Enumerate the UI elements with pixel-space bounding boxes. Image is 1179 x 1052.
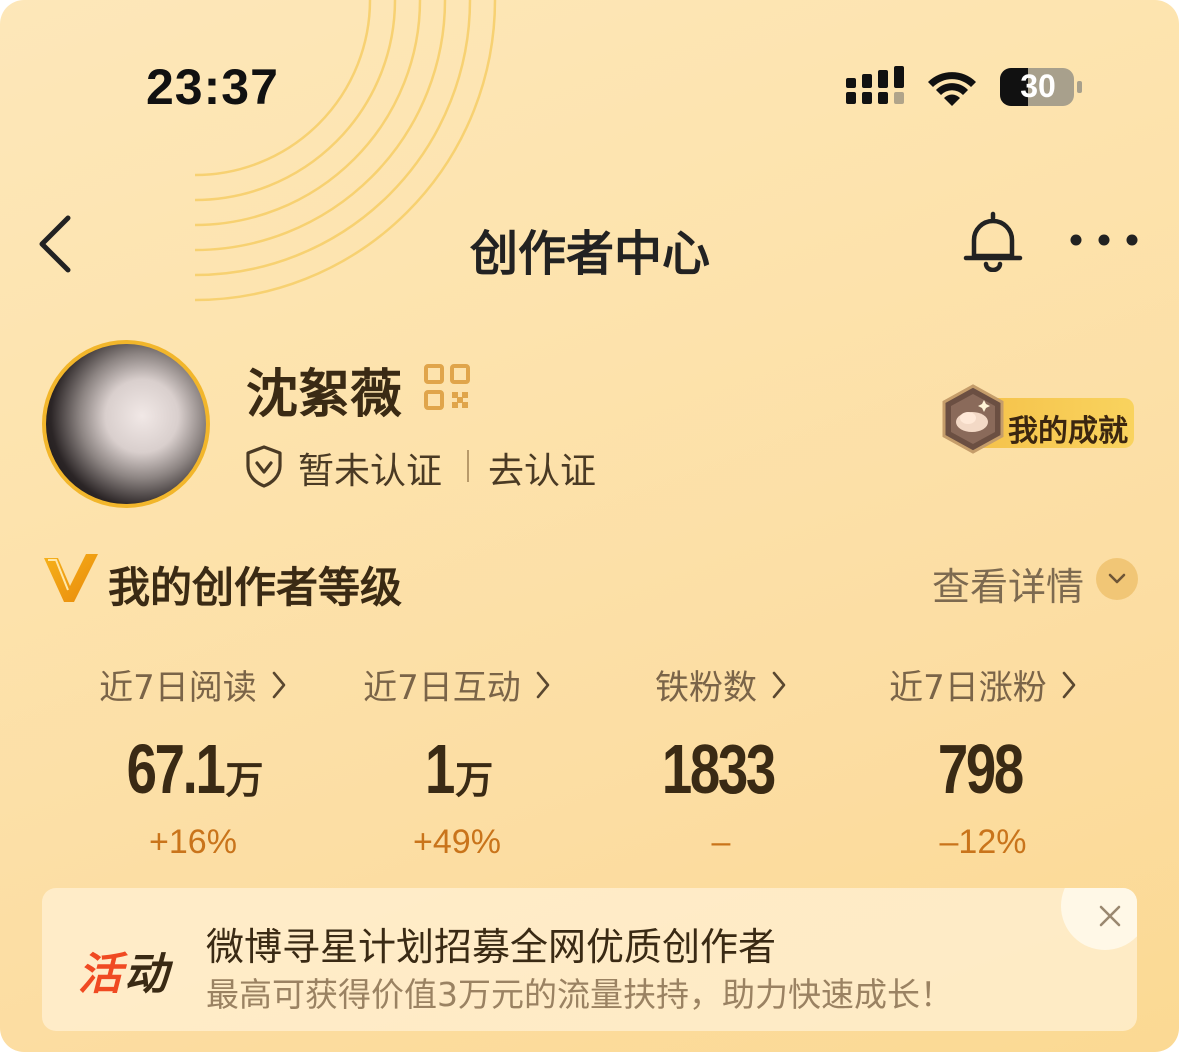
chevron-right-icon [272, 671, 286, 698]
stat-change: +49% [413, 823, 501, 861]
shield-icon [246, 445, 282, 488]
avatar-image [46, 344, 206, 504]
back-button[interactable] [30, 212, 82, 276]
view-details-link[interactable]: 查看详情 [932, 556, 1084, 611]
stat-change: – [711, 823, 731, 861]
stat-label: 近7日涨粉 [889, 660, 1077, 709]
bell-icon [963, 211, 1023, 272]
banner-title: 微博寻星计划招募全网优质创作者 [206, 925, 777, 969]
stat-label-text: 近7日涨粉 [889, 668, 1047, 708]
chevron-down-icon [1108, 573, 1126, 584]
more-button[interactable] [1066, 226, 1142, 254]
avatar[interactable] [42, 340, 210, 508]
more-horizontal-icon [1070, 234, 1138, 246]
stat-number: 1833 [661, 730, 776, 808]
stat-value: 1万 [355, 729, 559, 808]
user-name: 沈絮薇 [246, 365, 403, 425]
stat-label: 近7日互动 [363, 660, 551, 709]
stat-label: 近7日阅读 [99, 660, 287, 709]
stat-iron-fans[interactable]: 铁粉数 1833 – [590, 660, 852, 862]
stat-change: –12% [939, 823, 1027, 861]
achievement-button[interactable]: 我的成就 [940, 384, 1136, 454]
stat-unit: 万 [225, 760, 264, 802]
verify-divider [467, 450, 469, 482]
page-title: 创作者中心 [469, 226, 710, 282]
verify-status: 暂未认证 [298, 451, 443, 492]
stat-number: 798 [937, 730, 1024, 808]
activity-tag-part2: 动 [124, 949, 170, 1000]
chevron-right-icon [1062, 671, 1076, 698]
level-title: 我的创作者等级 [108, 563, 403, 612]
close-icon[interactable] [1098, 904, 1122, 928]
activity-tag: 活动 [78, 938, 170, 1002]
chevron-right-icon [772, 671, 786, 698]
battery-level: 30 [1020, 68, 1056, 104]
stat-value: 1833 [619, 729, 823, 808]
signal-icon [846, 66, 904, 104]
banner-subtitle: 最高可获得价值3万元的流量扶持，助力快速成长！ [206, 975, 953, 1014]
status-time: 23:37 [146, 59, 279, 115]
decorative-arcs [194, 0, 497, 302]
v-level-icon [44, 554, 98, 602]
stat-label: 铁粉数 [655, 660, 787, 709]
activity-banner[interactable]: 活动 微博寻星计划招募全网优质创作者 最高可获得价值3万元的流量扶持，助力快速成… [42, 888, 1137, 1031]
activity-tag-part1: 活 [78, 949, 124, 1000]
stat-number: 1 [425, 730, 455, 808]
wifi-icon [928, 72, 976, 106]
verify-link[interactable]: 去认证 [488, 442, 596, 494]
qr-code-icon[interactable] [424, 364, 470, 410]
stat-weekly-new-fans[interactable]: 近7日涨粉 798 –12% [852, 660, 1114, 862]
chevron-left-icon [39, 215, 71, 273]
achievement-label: 我的成就 [1008, 414, 1128, 449]
stat-unit: 万 [455, 760, 494, 802]
stat-label-text: 近7日阅读 [99, 668, 257, 708]
stat-label-text: 近7日互动 [363, 668, 521, 708]
stat-label-text: 铁粉数 [655, 668, 757, 708]
achievement-badge-icon [942, 384, 1004, 454]
stat-weekly-reads[interactable]: 近7日阅读 67.1万 +16% [62, 660, 324, 862]
stat-value: 798 [881, 729, 1085, 808]
stat-change: +16% [149, 823, 237, 861]
stat-weekly-interactions[interactable]: 近7日互动 1万 +49% [326, 660, 588, 862]
stat-number: 67.1 [126, 730, 226, 808]
stat-value: 67.1万 [91, 729, 295, 808]
expand-details-button[interactable] [1096, 558, 1138, 600]
creator-center-screen: 23:37 30 创作者中心 沈絮薇 暂未认证 去认证 我的成就 我的创作者等级… [0, 0, 1179, 1052]
notification-button[interactable] [962, 208, 1024, 272]
chevron-right-icon [536, 671, 550, 698]
